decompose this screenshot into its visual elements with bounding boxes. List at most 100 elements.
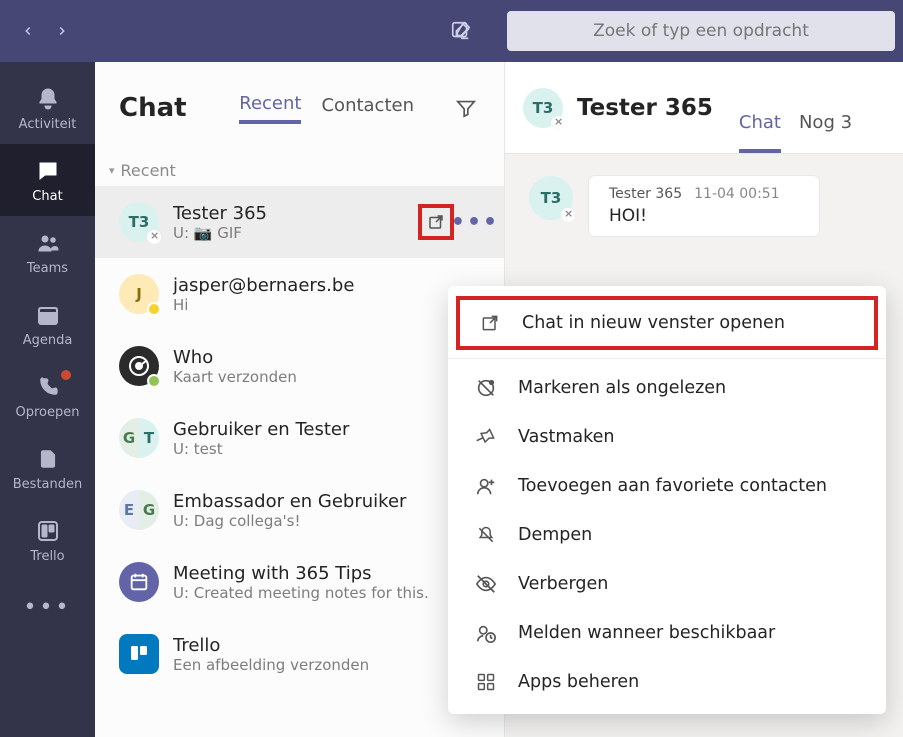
chat-title: Meeting with 365 Tips — [173, 563, 490, 584]
menu-separator — [448, 358, 886, 359]
avatar: J — [119, 274, 159, 314]
filter-button[interactable] — [452, 94, 480, 122]
chat-preview: U: Dag collega's! — [173, 512, 490, 530]
avatar — [119, 634, 159, 674]
tab-chat[interactable]: Chat — [739, 112, 781, 153]
chat-item-who[interactable]: Who Kaart verzonden — [95, 330, 504, 402]
chat-item-meeting[interactable]: Meeting with 365 Tips U: Created meeting… — [95, 546, 504, 618]
filter-icon — [455, 97, 477, 119]
chat-title: Embassador en Gebruiker — [173, 491, 490, 512]
rail-chat[interactable]: Chat — [0, 144, 95, 216]
chat-title: jasper@bernaers.be — [173, 275, 490, 296]
app-rail: Activiteit Chat Teams Agenda Oproepen — [0, 62, 95, 737]
menu-open-new-window[interactable]: Chat in nieuw venster openen — [456, 296, 878, 350]
menu-label: Dempen — [518, 525, 592, 545]
message-bubble[interactable]: Tester 365 11-04 00:51 HOI! — [589, 176, 819, 236]
presence-offline-icon — [147, 230, 161, 244]
message-text: HOI! — [609, 206, 799, 226]
avatar: T3 — [523, 88, 563, 128]
popout-icon — [478, 311, 502, 335]
conversation-header: T3 Tester 365 Chat Nog 3 — [505, 62, 903, 154]
chat-panel-header: Chat Recent Contacten — [95, 62, 504, 154]
chat-preview: U: test — [173, 440, 490, 458]
pin-icon — [474, 425, 498, 449]
chat-item-tester365[interactable]: T3 Tester 365 U: 📷 GIF ••• — [95, 186, 504, 258]
menu-notify-available[interactable]: Melden wanneer beschikbaar — [448, 608, 886, 657]
section-label: Recent — [121, 161, 176, 180]
menu-pin[interactable]: Vastmaken — [448, 412, 886, 461]
chat-title: Gebruiker en Tester — [173, 419, 490, 440]
avatar: EG — [119, 490, 159, 530]
rail-files[interactable]: Bestanden — [0, 432, 95, 504]
menu-manage-apps[interactable]: Apps beheren — [448, 657, 886, 706]
add-contact-icon — [474, 474, 498, 498]
rail-teams[interactable]: Teams — [0, 216, 95, 288]
chat-preview: Hi — [173, 296, 490, 314]
forward-button[interactable] — [46, 15, 78, 47]
people-icon — [34, 229, 62, 257]
section-recent[interactable]: ▾ Recent — [95, 154, 504, 186]
rail-calendar[interactable]: Agenda — [0, 288, 95, 360]
calendar-icon — [128, 571, 150, 593]
menu-label: Vastmaken — [518, 427, 614, 447]
rail-label: Oproepen — [16, 405, 80, 420]
rail-label: Agenda — [23, 333, 73, 348]
search-box[interactable] — [507, 11, 895, 51]
history-nav — [12, 15, 78, 47]
rail-more[interactable]: ••• — [0, 578, 95, 636]
file-icon — [34, 445, 62, 473]
chevron-right-icon — [55, 24, 69, 38]
chat-title: Trello — [173, 635, 490, 656]
menu-label: Markeren als ongelezen — [518, 378, 726, 398]
message-row: T3 Tester 365 11-04 00:51 HOI! — [529, 176, 903, 236]
more-icon: ••• — [451, 210, 499, 235]
menu-mute[interactable]: Dempen — [448, 510, 886, 559]
new-message-button[interactable] — [437, 7, 485, 55]
chat-title: Tester 365 — [173, 203, 404, 224]
rail-calls[interactable]: Oproepen — [0, 360, 95, 432]
more-icon: ••• — [24, 595, 72, 620]
who-bot-icon — [127, 354, 151, 378]
rail-activity[interactable]: Activiteit — [0, 72, 95, 144]
menu-mark-unread[interactable]: Markeren als ongelezen — [448, 363, 886, 412]
calendar-icon — [34, 301, 62, 329]
presence-offline-icon — [561, 208, 575, 222]
apps-icon — [474, 670, 498, 694]
trello-icon — [34, 517, 62, 545]
chat-more-button[interactable]: ••• — [460, 207, 490, 237]
presence-offline-icon — [551, 116, 565, 130]
tab-contacts[interactable]: Contacten — [321, 95, 414, 122]
chat-item-embassador-gebruiker[interactable]: EG Embassador en Gebruiker U: Dag colleg… — [95, 474, 504, 546]
chat-item-trello[interactable]: Trello Een afbeelding verzonden — [95, 618, 504, 690]
presence-available-icon — [147, 374, 161, 388]
title-bar — [0, 0, 903, 62]
mute-icon — [474, 523, 498, 547]
menu-label: Chat in nieuw venster openen — [522, 313, 785, 333]
tab-more-count[interactable]: Nog 3 — [799, 112, 852, 153]
chat-preview: U: Created meeting notes for this. — [173, 584, 490, 602]
rail-label: Teams — [27, 261, 68, 276]
back-button[interactable] — [12, 15, 44, 47]
chat-item-jasper[interactable]: J jasper@bernaers.be Hi — [95, 258, 504, 330]
search-input[interactable] — [523, 21, 879, 41]
menu-add-favorite[interactable]: Toevoegen aan favoriete contacten — [448, 461, 886, 510]
chat-preview: Een afbeelding verzonden — [173, 656, 490, 674]
chat-list-panel: Chat Recent Contacten ▾ Recent T3 Tester… — [95, 62, 505, 737]
chat-item-gebruiker-tester[interactable]: GT Gebruiker en Tester U: test — [95, 402, 504, 474]
avatar: T3 — [529, 176, 573, 220]
hide-icon — [474, 572, 498, 596]
menu-label: Verbergen — [518, 574, 608, 594]
rail-label: Activiteit — [19, 117, 77, 132]
popout-chat-button[interactable] — [418, 204, 454, 240]
unread-icon — [474, 376, 498, 400]
notify-icon — [474, 621, 498, 645]
rail-label: Bestanden — [13, 477, 82, 492]
chat-icon — [34, 157, 62, 185]
menu-hide[interactable]: Verbergen — [448, 559, 886, 608]
conversation-title: Tester 365 — [577, 95, 713, 121]
menu-label: Apps beheren — [518, 672, 639, 692]
trello-icon — [127, 642, 151, 666]
tab-recent[interactable]: Recent — [239, 93, 301, 124]
rail-trello[interactable]: Trello — [0, 504, 95, 576]
menu-label: Toevoegen aan favoriete contacten — [518, 476, 827, 496]
